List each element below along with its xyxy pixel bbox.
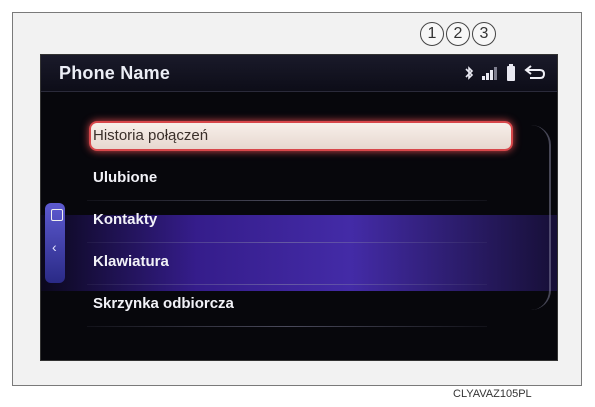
bluetooth-icon <box>464 65 474 81</box>
menu-separator <box>87 326 487 327</box>
chevron-left-icon: ‹ <box>52 239 57 255</box>
menu-item-label: Ulubione <box>93 169 158 186</box>
figure-code: CLYAVAZ105PL <box>453 388 532 400</box>
menu-item-inbox[interactable]: Skrzynka odbiorcza <box>77 285 507 327</box>
menu-item-label: Klawiatura <box>93 253 169 270</box>
callout-markers: 1 2 3 <box>420 22 496 48</box>
callout-1: 1 <box>420 22 444 46</box>
signal-icon <box>481 65 499 81</box>
menu-item-label: Kontakty <box>93 211 158 228</box>
status-icons <box>464 64 547 82</box>
menu-item-label: Skrzynka odbiorcza <box>93 295 234 312</box>
side-tab-icon <box>51 209 63 221</box>
screen-title: Phone Name <box>59 63 171 83</box>
menu-item-favorites[interactable]: Ulubione <box>77 159 507 201</box>
menu-item-contacts[interactable]: Kontakty <box>77 201 507 243</box>
infotainment-screen: Phone Name ‹ Historia połączeń Ulubione … <box>40 54 558 361</box>
side-menu-tab[interactable]: ‹ <box>45 203 65 283</box>
back-icon[interactable] <box>523 64 547 82</box>
phone-menu: Historia połączeń Ulubione Kontakty Klaw… <box>77 117 519 349</box>
scroll-indicator[interactable] <box>531 125 551 310</box>
callout-3: 3 <box>472 22 496 46</box>
battery-icon <box>506 64 516 82</box>
menu-item-call-history[interactable]: Historia połączeń <box>77 117 513 159</box>
menu-item-label: Historia połączeń <box>93 127 209 144</box>
menu-item-keypad[interactable]: Klawiatura <box>77 243 507 285</box>
status-bar: Phone Name <box>41 55 557 92</box>
callout-2: 2 <box>446 22 470 46</box>
